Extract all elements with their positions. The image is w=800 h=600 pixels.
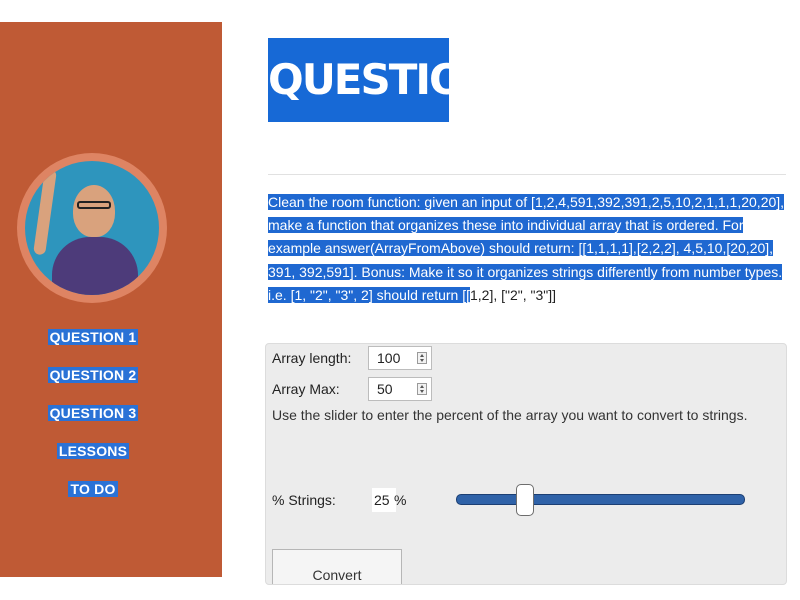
strings-label: % Strings:: [272, 492, 336, 508]
strings-unit: %: [394, 492, 407, 508]
avatar-shirt: [52, 237, 138, 295]
nav-question-2-label: QUESTION 2: [47, 367, 139, 383]
avatar-head: [73, 185, 115, 237]
avatar-frame: [17, 153, 167, 303]
strings-slider-thumb[interactable]: [515, 484, 534, 516]
sidebar: QUESTION 1 QUESTION 2 QUESTION 3 LESSONS…: [0, 22, 222, 577]
array-length-value: 100: [377, 350, 401, 366]
slider-instructions: Use the slider to enter the percent of t…: [272, 407, 748, 423]
nav-lessons-label: LESSONS: [56, 443, 130, 459]
page-title: QUESTION 1: [268, 38, 449, 122]
array-length-label: Array length:: [272, 350, 352, 366]
description-plain-text: 1,2], ["2", "3"]]: [469, 286, 557, 303]
nav-todo-label: TO DO: [68, 481, 118, 497]
sidebar-nav: QUESTION 1 QUESTION 2 QUESTION 3 LESSONS…: [0, 328, 186, 518]
array-length-input[interactable]: 100: [368, 346, 432, 370]
question-description: Clean the room function: given an input …: [268, 191, 788, 307]
nav-question-1[interactable]: QUESTION 1: [0, 328, 186, 366]
nav-question-3[interactable]: QUESTION 3: [0, 404, 186, 442]
array-length-stepper-icon[interactable]: [417, 352, 427, 364]
nav-question-1-label: QUESTION 1: [47, 329, 139, 345]
array-max-stepper-icon[interactable]: [417, 383, 427, 395]
array-max-label: Array Max:: [272, 381, 340, 397]
avatar-arm: [33, 168, 57, 256]
avatar-glasses: [77, 201, 111, 209]
nav-todo[interactable]: TO DO: [0, 480, 186, 518]
array-max-input[interactable]: 50: [368, 377, 432, 401]
controls-panel: Array length: 100 Array Max: 50 Use the …: [265, 343, 787, 585]
strings-value-input[interactable]: 25: [372, 488, 396, 512]
avatar: [25, 161, 159, 295]
divider: [268, 174, 786, 175]
nav-question-3-label: QUESTION 3: [47, 405, 139, 421]
nav-question-2[interactable]: QUESTION 2: [0, 366, 186, 404]
array-max-value: 50: [377, 381, 393, 397]
convert-button[interactable]: Convert: [272, 549, 402, 584]
strings-slider-track[interactable]: [456, 494, 745, 505]
nav-lessons[interactable]: LESSONS: [0, 442, 186, 480]
